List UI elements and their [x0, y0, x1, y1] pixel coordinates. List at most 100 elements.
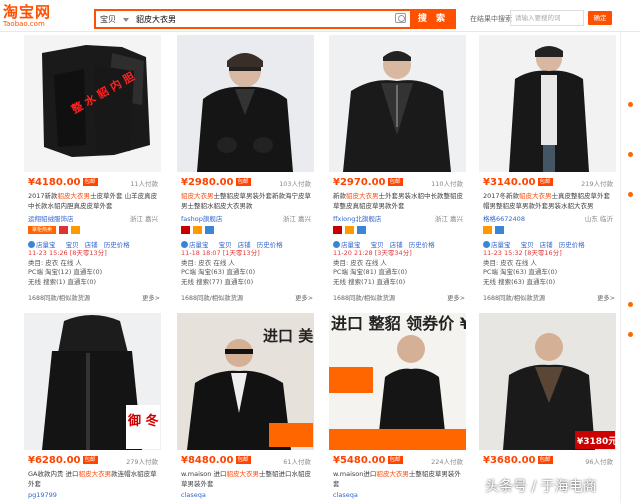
- price: ¥3680.00: [483, 455, 536, 466]
- tool-link[interactable]: 店铺: [85, 241, 98, 249]
- service-icon: [495, 226, 505, 234]
- product-image[interactable]: [329, 35, 466, 172]
- tmall-icon: [181, 226, 190, 234]
- product-title[interactable]: 貂皮大衣男士整貂皮草男装外套新款海宁皮草男士整貂水貂皮大衣男款: [181, 191, 311, 211]
- confirm-button[interactable]: 确定: [588, 11, 612, 25]
- search-within-label: 在结果中搜索: [470, 15, 512, 23]
- tool-link[interactable]: 历史价格: [257, 241, 283, 249]
- product-title[interactable]: 2017冬新款貂皮大衣男士真皮整貂皮草外套帽男整貂皮草男款外套男装水貂大衣男: [483, 191, 613, 211]
- more-link[interactable]: 更多>: [597, 293, 615, 302]
- price-row: ¥3680.00 包邮 96人付款: [483, 455, 613, 467]
- sales-count: 224人付款: [431, 458, 463, 466]
- tool-link[interactable]: 店铺: [390, 241, 403, 249]
- tool-links: 店量宝 宝贝 店铺 历史价格: [333, 239, 465, 249]
- tool-link[interactable]: 店量宝: [483, 241, 515, 249]
- tool-link[interactable]: 宝贝: [521, 241, 534, 249]
- product-card[interactable]: 御 冬 价 ¥5580 ¥6280.00包邮 279人付款 GA收款内贵 进口貂…: [24, 313, 161, 503]
- product-card[interactable]: 整 水 貂 内 胆 ¥4180.00 包邮 11人付款 2017新款貂皮大衣男士皮…: [24, 35, 161, 303]
- shop-name[interactable]: claseqa: [181, 491, 206, 499]
- source-link[interactable]: 1688同款/相似款货源: [483, 295, 545, 302]
- category: 类目: 皮衣 在线 人: [28, 258, 82, 267]
- product-title[interactable]: 2017新款貂皮大衣男士皮草外套 山羊皮真皮中长款水貂内胆真皮皮草外套: [28, 191, 158, 211]
- tool-icon: [333, 241, 340, 248]
- product-title[interactable]: GA收款内贵 进口貂皮大衣男款连帽水貂皮草外套: [28, 469, 158, 489]
- product-image[interactable]: 御 冬 价 ¥5580: [24, 313, 161, 450]
- tool-link[interactable]: 店量宝: [28, 241, 60, 249]
- source-row: 1688同款/相似款货源 更多>: [181, 293, 313, 303]
- badge-row: [483, 226, 505, 235]
- tool-link[interactable]: 店量宝: [181, 241, 213, 249]
- tool-links: 店量宝 宝贝 店铺 历史价格: [28, 239, 160, 249]
- product-card[interactable]: 进口 整貂 领券价 ¥4980 花呗分期3期免息 ¥5480.00包邮 224人…: [329, 313, 466, 503]
- gold-seller-icon: [71, 226, 81, 234]
- sales-count: 61人付款: [283, 458, 311, 466]
- camera-icon[interactable]: [395, 13, 406, 23]
- product-card[interactable]: ¥2980.00 包邮 103人付款 貂皮大衣男士整貂皮草男装外套新款海宁皮草男士…: [177, 35, 314, 303]
- location: 浙江 嘉兴: [282, 215, 311, 223]
- price: ¥3140.00: [483, 177, 536, 188]
- sales-count: 103人付款: [279, 180, 311, 188]
- image-caption: 进口 美国貂 天鹅绒级 领券价 ¥7980: [263, 327, 314, 345]
- tool-link[interactable]: 宝贝: [371, 241, 384, 249]
- search-scope-select[interactable]: 宝贝: [100, 13, 130, 26]
- sales-count: 219人付款: [581, 180, 613, 188]
- shop-name[interactable]: 格格6672408: [483, 215, 525, 223]
- more-link[interactable]: 更多>: [295, 293, 313, 302]
- tool-link[interactable]: 历史价格: [409, 241, 435, 249]
- product-image[interactable]: 进口 美国貂 天鹅绒级 领券价 ¥7980: [177, 313, 314, 450]
- product-image[interactable]: ¥3180元: [479, 313, 616, 450]
- tool-link[interactable]: 店铺: [238, 241, 251, 249]
- product-title[interactable]: w.maison进口貂皮大衣男士整貂皮草男装外套: [333, 469, 463, 489]
- listing-time: 11-23 15:26 [8天零13分]: [28, 249, 107, 257]
- service-icon: [357, 226, 367, 234]
- price-row: ¥3140.00 包邮 219人付款: [483, 177, 613, 189]
- right-sidebar: [620, 32, 640, 503]
- tool-link[interactable]: 宝贝: [219, 241, 232, 249]
- tool-link[interactable]: 店铺: [540, 241, 553, 249]
- shop-row: fashop旗舰店 浙江 嘉兴: [181, 213, 311, 223]
- image-caption: 进口 整貂 领券价 ¥4980 花呗分期3期免息: [331, 314, 466, 333]
- product-image[interactable]: 整 水 貂 内 胆: [24, 35, 161, 172]
- shop-name[interactable]: claseqa: [333, 491, 358, 499]
- product-image[interactable]: [479, 35, 616, 172]
- shop-name[interactable]: fashop旗舰店: [181, 215, 222, 223]
- shop-row: claseqa: [333, 491, 463, 501]
- tool-link[interactable]: 店量宝: [333, 241, 365, 249]
- search-input[interactable]: [136, 12, 391, 26]
- product-title[interactable]: 新款貂皮大衣男士外套男装水貂中长款整貂皮草整皮真貂皮草男款外套: [333, 191, 463, 211]
- shop-name[interactable]: 运翔貂绒服饰店: [28, 215, 74, 223]
- taobao-logo[interactable]: 淘宝网 Taobao.com: [3, 4, 79, 30]
- product-card[interactable]: ¥3140.00 包邮 219人付款 2017冬新款貂皮大衣男士真皮整貂皮草外套帽…: [479, 35, 616, 302]
- price: ¥2970.00: [333, 177, 386, 188]
- service-icon: [205, 226, 215, 234]
- gold-seller-icon: [345, 226, 355, 234]
- product-image[interactable]: 进口 整貂 领券价 ¥4980 花呗分期3期免息: [329, 313, 466, 450]
- mobile-stats: 无线 搜索(71) 直通车(0): [333, 277, 406, 286]
- watermark: 头条号 / 于海电商: [485, 479, 597, 495]
- source-link[interactable]: 1688同款/相似款货源: [28, 295, 90, 302]
- product-image[interactable]: [177, 35, 314, 172]
- search-button[interactable]: 搜 索: [410, 9, 456, 29]
- category: 类目: 皮衣 在线 人: [483, 258, 537, 267]
- listing-time: 11-20 21:28 [3天零34分]: [333, 249, 412, 257]
- more-link[interactable]: 更多>: [447, 293, 465, 302]
- tool-link[interactable]: 宝贝: [66, 241, 79, 249]
- more-link[interactable]: 更多>: [142, 293, 160, 302]
- source-row: 1688同款/相似款货源 更多>: [28, 293, 160, 303]
- search-within-input[interactable]: 请输入要搜的词: [510, 10, 584, 26]
- product-card[interactable]: 进口 美国貂 天鹅绒级 领券价 ¥7980 ¥8480.00包邮 61人付款 w…: [177, 313, 314, 503]
- product-card[interactable]: ¥2970.00 包邮 110人付款 新款貂皮大衣男士外套男装水貂中长款整貂皮草整…: [329, 35, 466, 302]
- shop-name[interactable]: pg19799: [28, 491, 57, 499]
- source-link[interactable]: 1688同款/相似款货源: [181, 295, 243, 302]
- product-title[interactable]: w.maison 进口貂皮大衣男士整貂进口水貂皮草男装外套: [181, 469, 311, 489]
- source-link[interactable]: 1688同款/相似款货源: [333, 295, 395, 302]
- category: 类目: 皮衣 在线 人: [181, 258, 235, 267]
- location: 山东 临沂: [584, 215, 613, 223]
- tool-link[interactable]: 历史价格: [559, 241, 585, 249]
- shop-name[interactable]: ffxiong北旗舰店: [333, 215, 381, 223]
- tool-link[interactable]: 历史价格: [104, 241, 130, 249]
- gold-seller-icon: [483, 226, 492, 234]
- free-shipping-badge: 包邮: [235, 178, 251, 186]
- shop-row: ffxiong北旗舰店 浙江 嘉兴: [333, 213, 463, 223]
- product-card[interactable]: ¥3180元 ¥3680.00 包邮 96人付款: [479, 313, 616, 503]
